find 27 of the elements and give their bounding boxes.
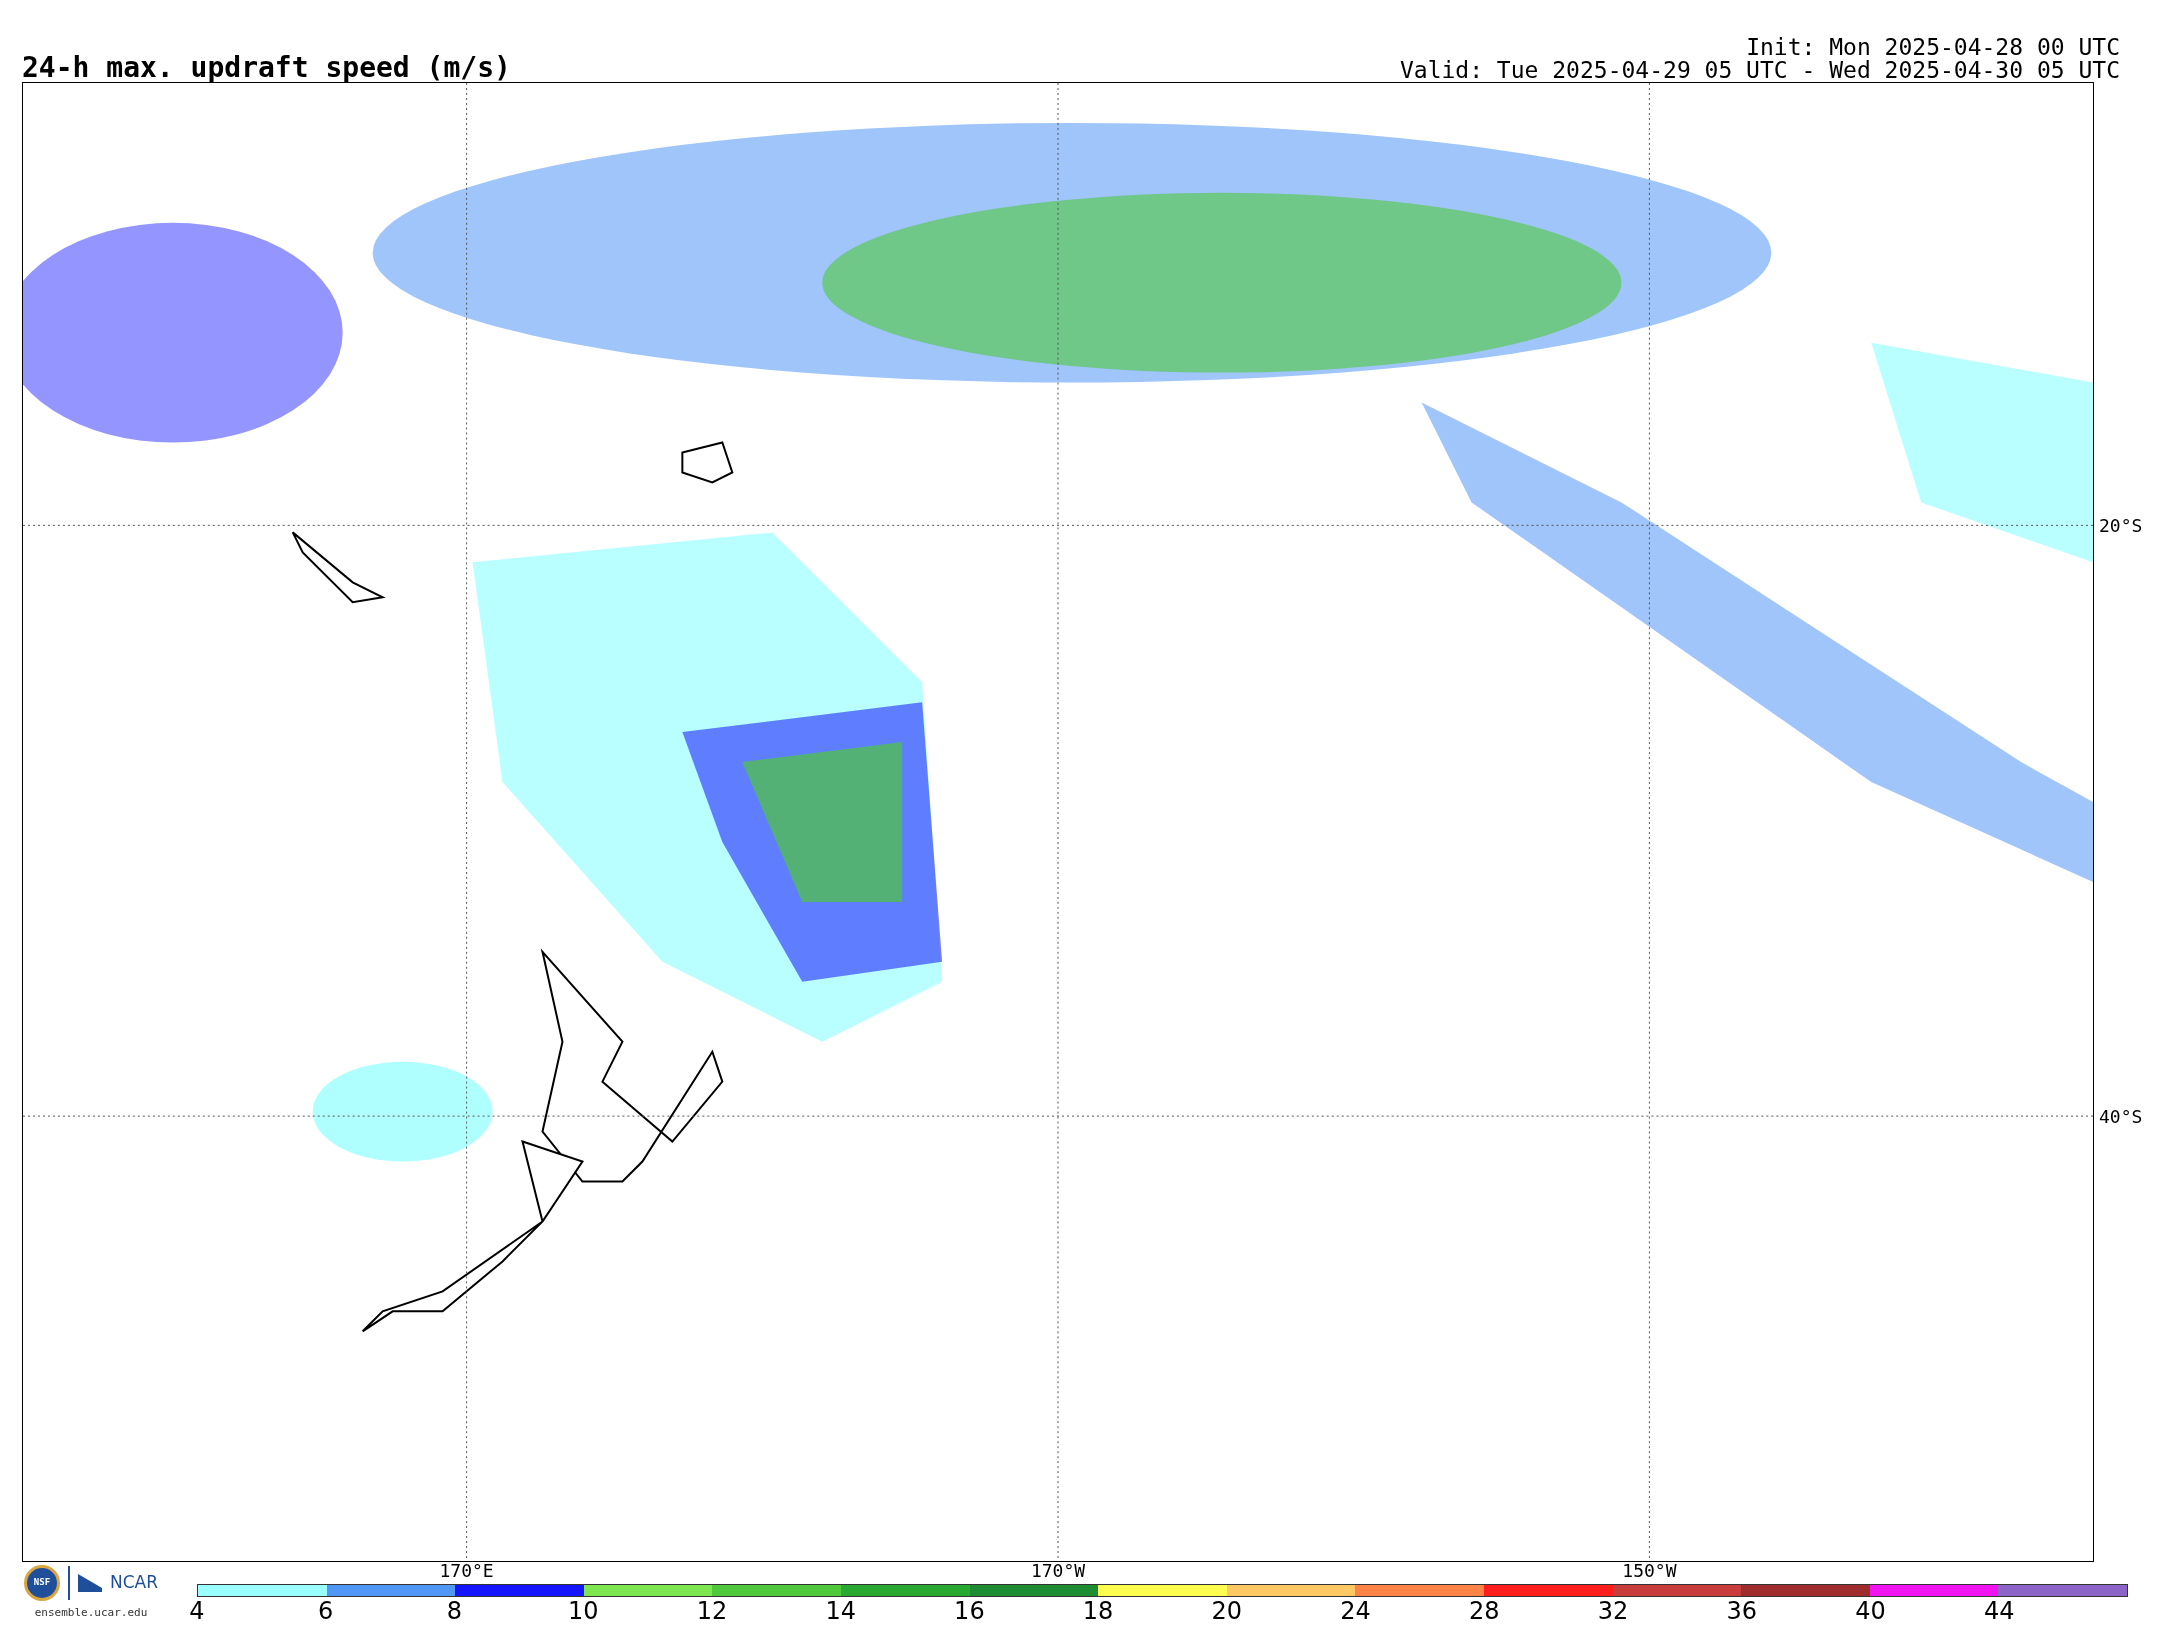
- tick-label: 24: [1340, 1599, 1371, 1625]
- longitude-label: 150°W: [1622, 1562, 1677, 1580]
- tick-label: 6: [318, 1599, 334, 1625]
- tick-label: 8: [446, 1599, 463, 1625]
- tick-label: 12: [696, 1599, 728, 1625]
- tick-label: 14: [825, 1599, 856, 1625]
- ncar-icon: [78, 1574, 102, 1592]
- tick-label: 44: [1984, 1599, 2015, 1625]
- site-url: ensemble.ucar.edu: [34, 1605, 148, 1621]
- tick-label: 28: [1469, 1599, 1500, 1625]
- longitude-label: 170°E: [439, 1562, 494, 1580]
- tick-label: 18: [1082, 1599, 1114, 1625]
- tick-label: 16: [954, 1599, 985, 1625]
- tick-label: 32: [1597, 1599, 1629, 1625]
- latitude-label: 20°S: [2099, 513, 2143, 538]
- tick-label: 4: [189, 1599, 205, 1625]
- chart-title: 24-h max. updraft speed (m/s): [22, 54, 511, 82]
- tick-label: 40: [1855, 1599, 1886, 1625]
- valid-time: Valid: Tue 2025-04-29 05 UTC - Wed 2025-04-30 05 UTC: [1399, 59, 2120, 82]
- tick-label: 36: [1726, 1599, 1758, 1625]
- seal-logo: NSF: [24, 1565, 60, 1601]
- latitude-label: 40°S: [2099, 1104, 2143, 1129]
- tick-label: 20: [1211, 1599, 1243, 1625]
- longitude-label: 170°W: [1030, 1562, 1086, 1580]
- tick-label: 10: [567, 1599, 599, 1625]
- logo-text: NCAR: [110, 1571, 159, 1595]
- init-time: Init: Mon 2025-04-28 00 UTC: [1745, 36, 2120, 59]
